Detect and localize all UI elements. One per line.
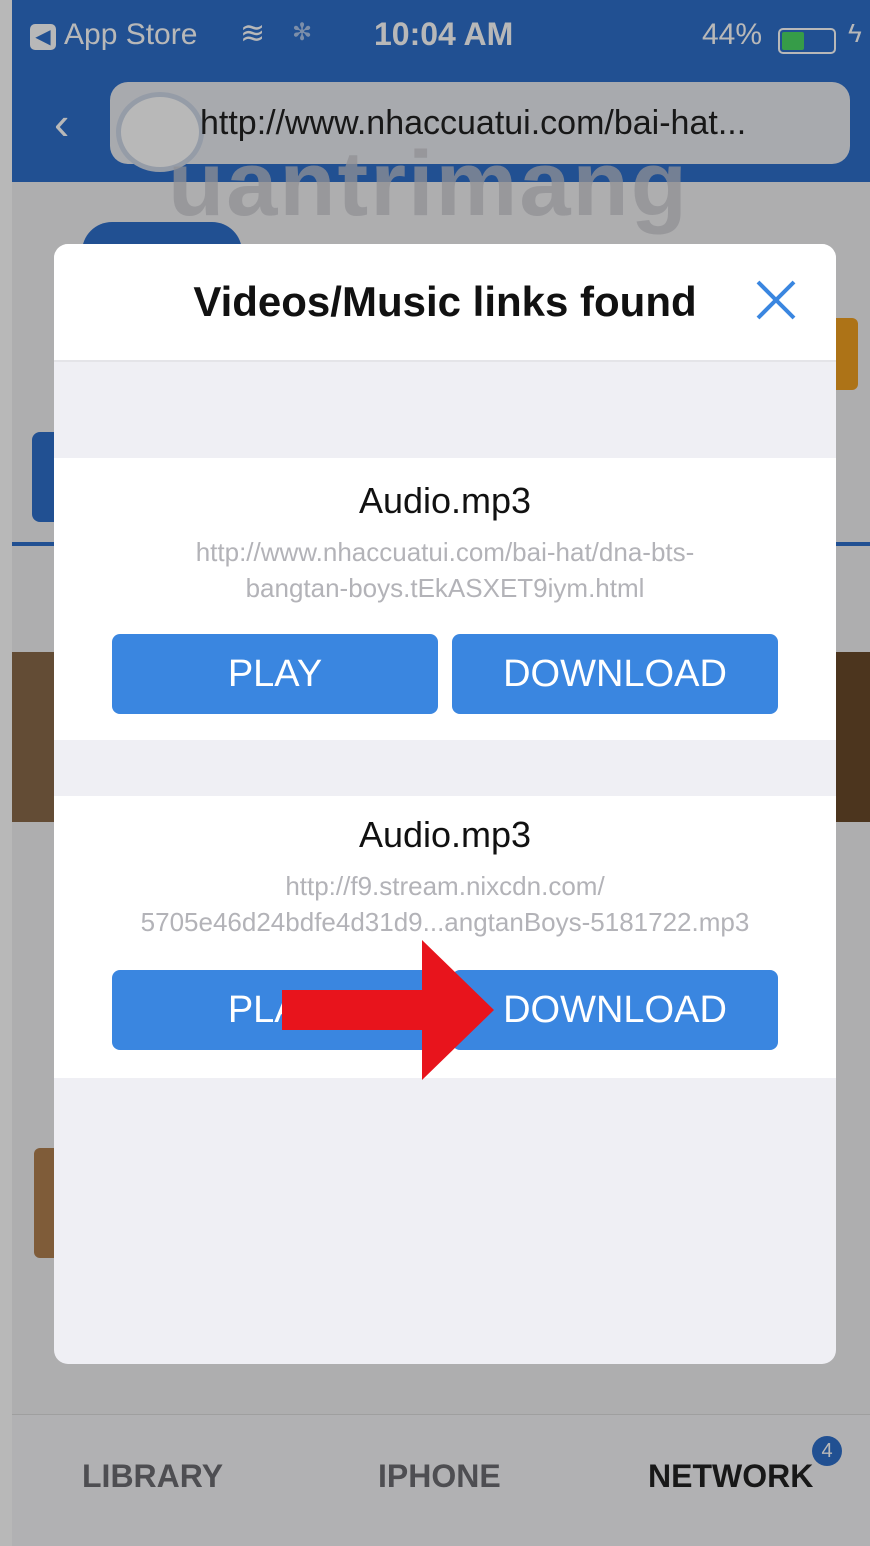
play-button[interactable]: PLAY [112,634,438,714]
phone-screen: ◀ App Store ≋ ✻ 10:04 AM 44% ϟ ‹ http://… [0,0,870,1546]
dialog-header: Videos/Music links found [54,244,836,362]
link-url-line2: 5705e46d24bdfe4d31d9...angtanBoys-518172… [140,907,750,937]
link-url-line1: http://www.nhaccuatui.com/bai-hat/dna-bt… [195,537,695,567]
download-button[interactable]: DOWNLOAD [452,634,778,714]
links-found-dialog: Videos/Music links found Audio.mp3 http:… [54,244,836,1364]
link-url-line2: bangtan-boys.tEkASXET9iym.html [245,573,645,603]
link-file-name: Audio.mp3 [358,480,532,521]
annotation-arrow-icon [282,940,494,1080]
link-file-name: Audio.mp3 [358,814,532,855]
link-url-line1: http://f9.stream.nixcdn.com/ [285,871,605,901]
link-item-1: Audio.mp3 http://www.nhaccuatui.com/bai-… [54,458,836,740]
close-icon[interactable] [748,272,804,328]
dialog-title: Videos/Music links found [193,278,697,325]
